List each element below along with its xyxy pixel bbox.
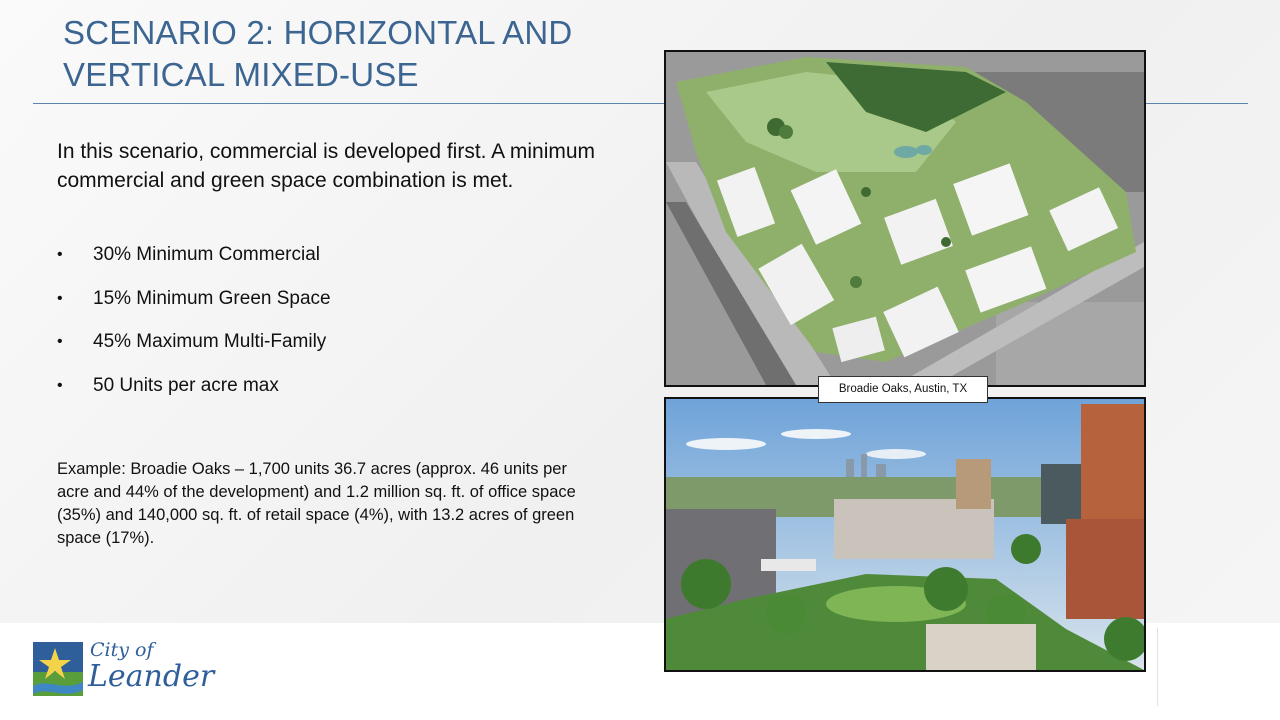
bullet-item: • 50 Units per acre max: [57, 371, 331, 415]
logo-line-2: Leander: [88, 659, 215, 694]
bullet-dot: •: [57, 246, 63, 263]
city-of-leander-logo: City of Leander: [33, 640, 214, 698]
example-paragraph: Example: Broadie Oaks – 1,700 units 36.7…: [57, 460, 576, 547]
bullet-item: • 15% Minimum Green Space: [57, 284, 331, 328]
bullet-list: • 30% Minimum Commercial • 15% Minimum Gre…: [57, 240, 331, 415]
intro-paragraph: In this scenario, commercial is develope…: [57, 140, 596, 192]
bullet-text: 50 Units per acre max: [93, 375, 279, 397]
aerial-site-plan-image: [664, 50, 1146, 387]
bullet-dot: •: [57, 333, 63, 351]
star-landscape-icon: [33, 642, 83, 696]
title-divider-left: [33, 103, 665, 104]
bullet-text: 30% Minimum Commercial: [93, 244, 320, 265]
slide-title-line-1: SCENARIO 2: HORIZONTAL AND: [63, 14, 573, 51]
image-caption: Broadie Oaks, Austin, TX: [818, 376, 988, 403]
footer-divider: [1157, 628, 1158, 706]
slide-title: SCENARIO 2: HORIZONTAL AND VERTICAL MIXE…: [63, 12, 643, 96]
rendering-image: [664, 397, 1146, 672]
rendering-graphic: [666, 399, 1144, 670]
aerial-site-plan-graphic: [666, 52, 1144, 385]
bullet-dot: •: [57, 377, 63, 395]
bullet-text: 15% Minimum Green Space: [93, 287, 331, 309]
logo-wordmark: City of Leander: [88, 640, 214, 694]
slide-title-line-2: VERTICAL MIXED-USE: [63, 56, 419, 93]
bullet-text: 45% Maximum Multi-Family: [93, 331, 327, 353]
title-divider-right: [1144, 103, 1248, 104]
logo-line-1: City of: [90, 639, 154, 661]
bullet-dot: •: [57, 289, 63, 307]
bullet-item: • 45% Maximum Multi-Family: [57, 327, 331, 371]
bullet-item: • 30% Minimum Commercial: [57, 240, 331, 284]
